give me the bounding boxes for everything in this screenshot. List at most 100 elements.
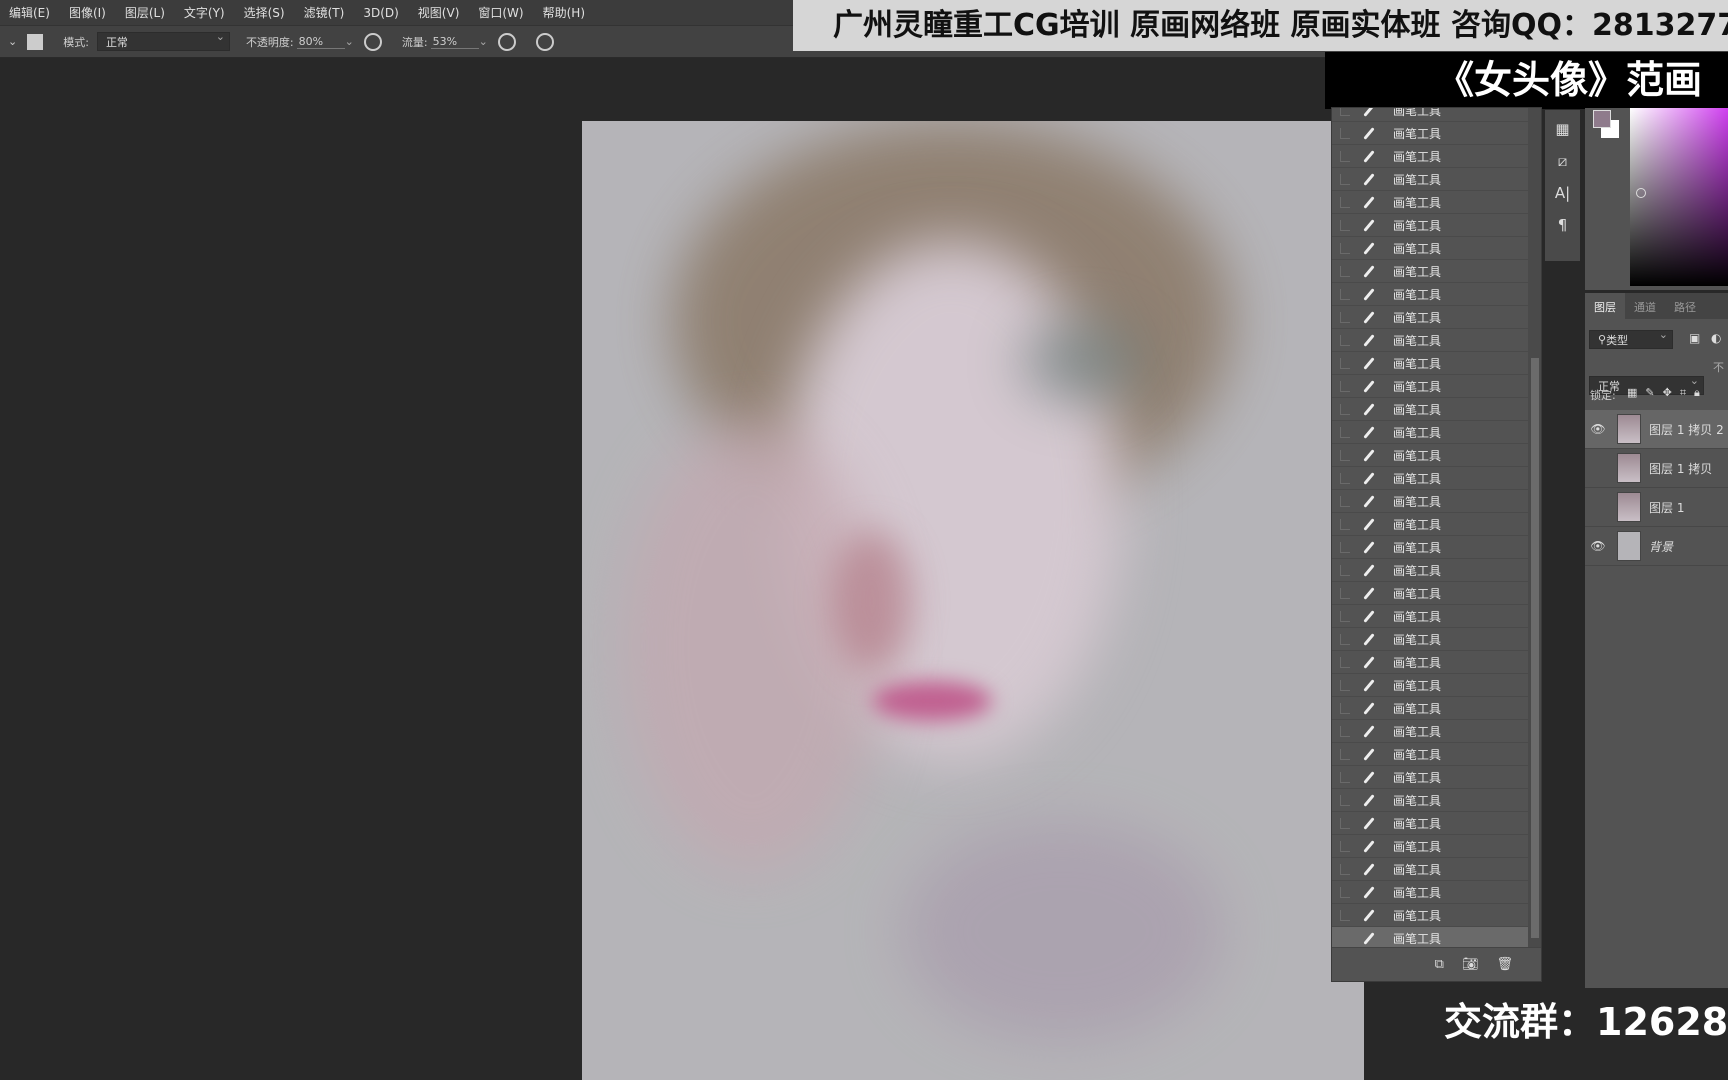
history-item[interactable]: 画笔工具	[1332, 582, 1528, 605]
tab-channels[interactable]: 通道	[1625, 293, 1665, 319]
menu-image[interactable]: 图像(I)	[69, 4, 106, 21]
layer-row[interactable]: 👁︎ 图层 1 拷贝 2	[1585, 410, 1728, 449]
history-item[interactable]: 画笔工具	[1332, 168, 1528, 191]
snapshot-checkbox[interactable]	[1340, 173, 1350, 185]
snapshot-checkbox[interactable]	[1340, 196, 1350, 208]
history-item[interactable]: 画笔工具	[1332, 881, 1528, 904]
menu-view[interactable]: 视图(V)	[418, 4, 460, 21]
menu-type[interactable]: 文字(Y)	[184, 4, 225, 21]
snapshot-checkbox[interactable]	[1340, 610, 1350, 622]
snapshot-checkbox[interactable]	[1340, 541, 1350, 553]
history-item[interactable]: 画笔工具	[1332, 605, 1528, 628]
history-item[interactable]: 画笔工具	[1332, 444, 1528, 467]
tab-paths[interactable]: 路径	[1665, 293, 1705, 319]
snapshot-checkbox[interactable]	[1340, 265, 1350, 277]
snapshot-checkbox[interactable]	[1340, 495, 1350, 507]
snapshot-checkbox[interactable]	[1340, 748, 1350, 760]
history-item[interactable]: 画笔工具	[1332, 467, 1528, 490]
history-item[interactable]: 画笔工具	[1332, 122, 1528, 145]
layer-filter-select[interactable]: ⚲ 类型	[1589, 328, 1673, 349]
snapshot-checkbox[interactable]	[1340, 886, 1350, 898]
snapshot-checkbox[interactable]	[1340, 794, 1350, 806]
transform-icon[interactable]: ⧄	[1558, 152, 1568, 170]
history-item[interactable]: 画笔工具	[1332, 720, 1528, 743]
snapshot-checkbox[interactable]	[1340, 334, 1350, 346]
history-item[interactable]: 画笔工具	[1332, 145, 1528, 168]
menu-select[interactable]: 选择(S)	[244, 4, 285, 21]
history-item[interactable]: 画笔工具	[1332, 421, 1528, 444]
pressure-opacity-icon[interactable]	[363, 32, 382, 51]
history-item[interactable]: 画笔工具	[1332, 536, 1528, 559]
snapshot-checkbox[interactable]	[1340, 472, 1350, 484]
history-item[interactable]: 画笔工具	[1332, 628, 1528, 651]
eye-icon[interactable]: 👁︎	[1585, 422, 1611, 436]
layer-row[interactable]: 图层 1 拷贝	[1585, 449, 1728, 488]
menu-window[interactable]: 窗口(W)	[478, 4, 523, 21]
lock-icons[interactable]: ▦✎✥⌗🔒︎	[1627, 386, 1708, 400]
history-item[interactable]: 画笔工具	[1332, 306, 1528, 329]
snapshot-checkbox[interactable]	[1340, 863, 1350, 875]
snapshot-checkbox[interactable]	[1340, 518, 1350, 530]
history-item[interactable]: 画笔工具	[1332, 674, 1528, 697]
history-item[interactable]: 画笔工具	[1332, 904, 1528, 927]
menu-3d[interactable]: 3D(D)	[363, 6, 398, 20]
snapshot-checkbox[interactable]	[1340, 679, 1350, 691]
character-icon[interactable]: A|	[1555, 184, 1570, 202]
adjustment-filter-icon[interactable]: ◐	[1711, 331, 1721, 345]
airbrush-icon[interactable]	[497, 32, 516, 51]
history-item[interactable]: 画笔工具	[1332, 651, 1528, 674]
snapshot-checkbox[interactable]	[1340, 449, 1350, 461]
snapshot-checkbox[interactable]	[1340, 311, 1350, 323]
trash-icon[interactable]: 🗑︎	[1496, 957, 1513, 972]
history-item[interactable]: 画笔工具	[1332, 352, 1528, 375]
opacity-input[interactable]: 80%	[296, 35, 345, 49]
history-item[interactable]: 画笔工具	[1332, 191, 1528, 214]
snapshot-checkbox[interactable]	[1340, 840, 1350, 852]
image-filter-icon[interactable]: ▣	[1689, 331, 1700, 345]
chevron-down-icon[interactable]: ⌄	[345, 35, 354, 48]
foreground-color-swatch[interactable]	[1593, 110, 1611, 128]
history-item[interactable]: 画笔工具	[1332, 283, 1528, 306]
new-document-from-state-icon[interactable]: ⧉	[1435, 957, 1444, 972]
history-item[interactable]: 画笔工具	[1332, 108, 1528, 122]
mode-select[interactable]: 正常	[96, 30, 230, 51]
history-item[interactable]: 画笔工具	[1332, 398, 1528, 421]
snapshot-checkbox[interactable]	[1340, 380, 1350, 392]
snapshot-checkbox[interactable]	[1340, 357, 1350, 369]
history-item[interactable]: 画笔工具	[1332, 766, 1528, 789]
color-picker-cursor[interactable]	[1636, 188, 1646, 198]
document-canvas[interactable]	[582, 121, 1364, 1080]
snapshot-checkbox[interactable]	[1340, 403, 1350, 415]
layer-row[interactable]: 图层 1	[1585, 488, 1728, 527]
snapshot-checkbox[interactable]	[1340, 587, 1350, 599]
snapshot-checkbox[interactable]	[1340, 909, 1350, 921]
menu-edit[interactable]: 编辑(E)	[9, 4, 50, 21]
pressure-size-icon[interactable]	[535, 32, 554, 51]
snapshot-checkbox[interactable]	[1340, 150, 1350, 162]
menu-help[interactable]: 帮助(H)	[543, 4, 585, 21]
history-item[interactable]: 画笔工具	[1332, 214, 1528, 237]
properties-icon[interactable]: ▦	[1555, 120, 1569, 138]
snapshot-checkbox[interactable]	[1340, 219, 1350, 231]
snapshot-checkbox[interactable]	[1340, 288, 1350, 300]
history-item[interactable]: 画笔工具	[1332, 329, 1528, 352]
chevron-down-icon[interactable]: ⌄	[479, 35, 488, 48]
history-item[interactable]: 画笔工具	[1332, 490, 1528, 513]
menu-filter[interactable]: 滤镜(T)	[304, 4, 345, 21]
history-item[interactable]: 画笔工具	[1332, 260, 1528, 283]
snapshot-checkbox[interactable]	[1340, 127, 1350, 139]
history-item[interactable]: 画笔工具	[1332, 812, 1528, 835]
snapshot-checkbox[interactable]	[1340, 426, 1350, 438]
history-scrollbar[interactable]	[1528, 108, 1541, 948]
snapshot-checkbox[interactable]	[1340, 242, 1350, 254]
history-item[interactable]: 画笔工具	[1332, 375, 1528, 398]
menu-layer[interactable]: 图层(L)	[125, 4, 165, 21]
layer-row[interactable]: 👁︎ 背景	[1585, 527, 1728, 566]
brush-preset-icon[interactable]	[27, 33, 44, 50]
scrollbar-thumb[interactable]	[1531, 358, 1539, 938]
snapshot-checkbox[interactable]	[1340, 656, 1350, 668]
flow-input[interactable]: 53%	[430, 35, 479, 49]
snapshot-checkbox[interactable]	[1340, 932, 1350, 944]
snapshot-checkbox[interactable]	[1340, 108, 1350, 116]
snapshot-checkbox[interactable]	[1340, 702, 1350, 714]
